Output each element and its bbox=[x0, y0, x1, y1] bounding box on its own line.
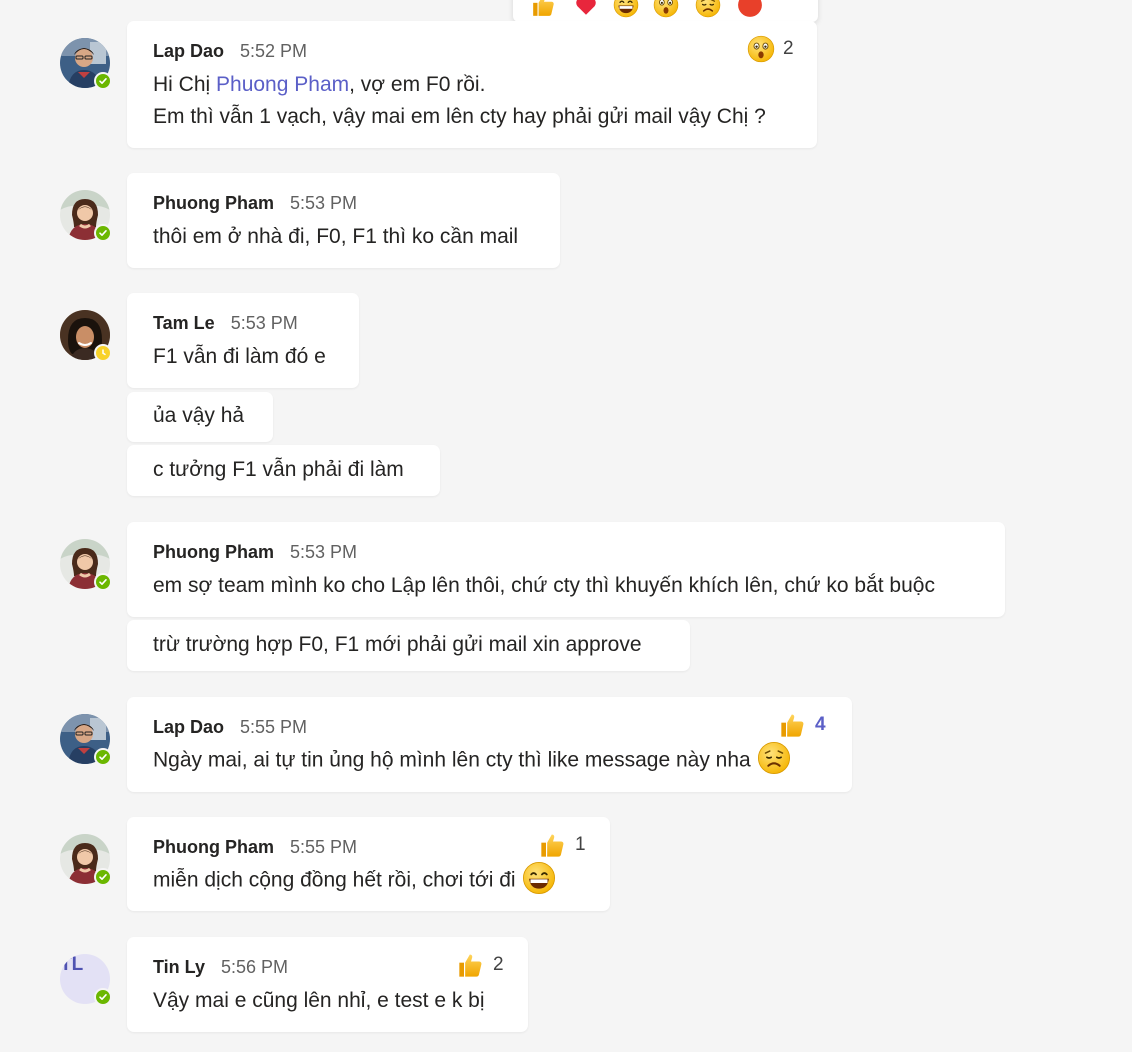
message-text-part: , vợ em F0 rồi. bbox=[349, 73, 486, 96]
author-name[interactable]: Lap Dao bbox=[153, 717, 224, 737]
status-available-icon bbox=[94, 72, 112, 90]
avatar[interactable] bbox=[60, 834, 112, 886]
author-name[interactable]: Phuong Pham bbox=[153, 193, 274, 213]
message-bubble[interactable]: Tam Le 5:53 PM F1 vẫn đi làm đó e bbox=[127, 293, 359, 388]
like-icon bbox=[539, 831, 567, 859]
message-text: Ngày mai, ai tự tin ủng hộ mình lên cty … bbox=[153, 747, 791, 775]
author-name[interactable]: Tam Le bbox=[153, 313, 215, 333]
heart-reaction-button[interactable] bbox=[573, 0, 599, 18]
message-text: em sợ team mình ko cho Lập lên thôi, chứ… bbox=[153, 574, 935, 597]
message-text: c tưởng F1 vẫn phải đi làm bbox=[153, 458, 404, 481]
mention-link[interactable]: Phuong Pham bbox=[216, 73, 349, 96]
author-name[interactable]: Phuong Pham bbox=[153, 542, 274, 562]
author-name[interactable]: Lap Dao bbox=[153, 41, 224, 61]
message-header: Phuong Pham 5:53 PM bbox=[153, 193, 357, 214]
avatar[interactable] bbox=[60, 714, 112, 766]
message-time: 5:53 PM bbox=[230, 313, 298, 333]
message-text: trừ trường hợp F0, F1 mới phải gửi mail … bbox=[153, 633, 642, 656]
reaction-count: 1 bbox=[575, 834, 586, 855]
message-text: thôi em ở nhà đi, F0, F1 thì ko cần mail bbox=[153, 225, 519, 248]
laugh-reaction-button[interactable] bbox=[613, 0, 639, 18]
like-reaction-button[interactable] bbox=[531, 0, 557, 18]
status-available-icon bbox=[94, 868, 112, 886]
avatar[interactable] bbox=[60, 190, 112, 242]
heart-icon bbox=[576, 0, 596, 15]
grinning-face-icon bbox=[522, 861, 556, 895]
message-text: Em thì vẫn 1 vạch, vậy mai em lên cty ha… bbox=[153, 105, 766, 128]
message-header: Lap Dao 5:52 PM bbox=[153, 41, 307, 62]
like-icon bbox=[531, 0, 557, 18]
message-time: 5:53 PM bbox=[290, 542, 358, 562]
message-bubble[interactable]: Lap Dao 5:55 PM 4 Ngày mai, ai tự tin ủng… bbox=[127, 697, 852, 792]
reaction-count: 2 bbox=[783, 38, 794, 59]
like-icon bbox=[779, 711, 807, 739]
message-text: F1 vẫn đi làm đó e bbox=[153, 345, 326, 368]
message-bubble[interactable]: Lap Dao 5:52 PM 2 Hi Chị Phuong Pham, vợ … bbox=[127, 21, 817, 148]
avatar[interactable]: TL bbox=[60, 954, 112, 1006]
message-bubble[interactable]: Phuong Pham 5:53 PM thôi em ở nhà đi, F0,… bbox=[127, 173, 560, 268]
message-time: 5:52 PM bbox=[240, 41, 308, 61]
message-header: Lap Dao 5:55 PM bbox=[153, 717, 307, 738]
surprised-reaction-button[interactable] bbox=[653, 0, 679, 18]
message-text: Hi Chị Phuong Pham, vợ em F0 rồi. bbox=[153, 73, 485, 97]
author-name[interactable]: Tin Ly bbox=[153, 957, 205, 977]
sad-icon bbox=[695, 0, 721, 18]
message-time: 5:55 PM bbox=[240, 717, 308, 737]
message-bubble[interactable]: c tưởng F1 vẫn phải đi làm bbox=[127, 445, 440, 496]
status-available-icon bbox=[94, 748, 112, 766]
avatar[interactable] bbox=[60, 38, 112, 90]
reaction-summary[interactable]: 2 bbox=[457, 951, 504, 979]
message-bubble[interactable]: trừ trường hợp F0, F1 mới phải gửi mail … bbox=[127, 620, 690, 671]
status-away-icon bbox=[94, 344, 112, 362]
reaction-count: 4 bbox=[815, 714, 826, 735]
message-header: Tin Ly 5:56 PM bbox=[153, 957, 288, 978]
worried-face-icon bbox=[757, 741, 791, 775]
reaction-summary[interactable]: 1 bbox=[539, 831, 586, 859]
message-text: ủa vậy hả bbox=[153, 404, 245, 427]
message-text: miễn dịch cộng đồng hết rồi, chơi tới đi bbox=[153, 867, 556, 895]
status-available-icon bbox=[94, 988, 112, 1006]
message-text-part: Ngày mai, ai tự tin ủng hộ mình lên cty … bbox=[153, 748, 751, 772]
message-bubble[interactable]: Phuong Pham 5:53 PM em sợ team mình ko ch… bbox=[127, 522, 1005, 617]
reaction-summary[interactable]: 2 bbox=[747, 35, 794, 63]
author-name[interactable]: Phuong Pham bbox=[153, 837, 274, 857]
status-available-icon bbox=[94, 573, 112, 591]
like-icon bbox=[457, 951, 485, 979]
reaction-count: 2 bbox=[493, 954, 504, 975]
message-time: 5:56 PM bbox=[221, 957, 289, 977]
message-bubble[interactable]: ủa vậy hả bbox=[127, 392, 273, 442]
status-available-icon bbox=[94, 224, 112, 242]
message-text: Vậy mai e cũng lên nhỉ, e test e k bị bbox=[153, 989, 485, 1012]
message-text-part: Hi Chị bbox=[153, 73, 217, 96]
avatar[interactable] bbox=[60, 539, 112, 591]
message-header: Phuong Pham 5:53 PM bbox=[153, 542, 357, 563]
surprised-icon bbox=[747, 35, 775, 63]
angry-reaction-button[interactable] bbox=[737, 0, 763, 18]
message-header: Tam Le 5:53 PM bbox=[153, 313, 298, 334]
message-header: Phuong Pham 5:55 PM bbox=[153, 837, 357, 858]
message-bubble[interactable]: Phuong Pham 5:55 PM 1 miễn dịch cộng đồng… bbox=[127, 817, 610, 911]
surprised-icon bbox=[653, 0, 679, 18]
message-time: 5:55 PM bbox=[290, 837, 358, 857]
angry-icon bbox=[738, 0, 762, 17]
avatar[interactable] bbox=[60, 310, 112, 362]
sad-reaction-button[interactable] bbox=[695, 0, 721, 18]
reaction-toolbar bbox=[513, 0, 818, 22]
message-bubble[interactable]: Tin Ly 5:56 PM 2 Vậy mai e cũng lên nhỉ, … bbox=[127, 937, 528, 1032]
laugh-icon bbox=[613, 0, 639, 18]
message-time: 5:53 PM bbox=[290, 193, 358, 213]
reaction-summary[interactable]: 4 bbox=[779, 711, 826, 739]
message-text-part: miễn dịch cộng đồng hết rồi, chơi tới đi bbox=[153, 868, 516, 892]
